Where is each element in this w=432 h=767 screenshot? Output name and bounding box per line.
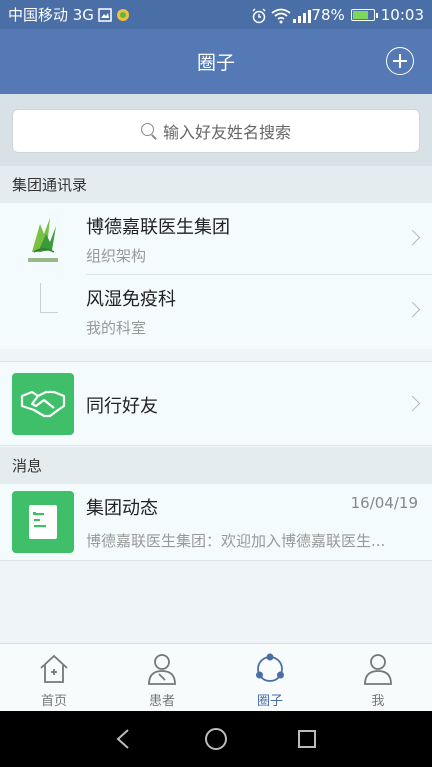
clock: 10:03 [380, 5, 424, 24]
wifi-icon [271, 8, 291, 23]
message-preview: 博德嘉联医生集团：欢迎加入博德嘉联医生... [86, 532, 386, 550]
list-item-subtitle: 组织架构 [86, 247, 147, 265]
tab-home[interactable]: 首页 [0, 644, 108, 711]
recent-apps-icon[interactable] [294, 726, 320, 752]
chevron-right-icon [404, 229, 421, 246]
circle-icon [256, 653, 284, 682]
tab-label: 患者 [148, 694, 175, 709]
news-icon [12, 491, 74, 553]
list-item-peers[interactable]: 同行好友 [0, 362, 432, 447]
list-item-group[interactable]: 博德嘉联医生集团 组织架构 [0, 203, 432, 275]
app-notification-icon [116, 8, 130, 22]
search-input[interactable]: 输入好友姓名搜索 [12, 109, 420, 153]
section-messages-label: 消息 [0, 447, 432, 484]
home-button-icon[interactable] [203, 726, 229, 752]
status-bar: 中国移动 3G 78% 10:03 [0, 0, 432, 29]
search-icon [140, 123, 157, 139]
me-icon [364, 654, 392, 685]
home-icon [40, 654, 68, 683]
list-item-title: 博德嘉联医生集团 [86, 217, 230, 238]
handshake-icon [12, 373, 74, 435]
alarm-icon [251, 8, 266, 23]
tab-me[interactable]: 我 [324, 644, 432, 711]
signal-icon [291, 8, 312, 23]
list-item-title: 同行好友 [86, 396, 158, 417]
directory-list: 博德嘉联医生集团 组织架构 风湿免疫科 我的科室 [0, 203, 432, 349]
list-item-department[interactable]: 风湿免疫科 我的科室 [0, 275, 432, 347]
tab-circle[interactable]: 圈子 [216, 644, 324, 711]
group-logo-icon [20, 212, 66, 268]
battery-icon [350, 8, 378, 21]
list-item-title: 风湿免疫科 [86, 289, 176, 310]
message-item[interactable]: 集团动态 16/04/19 博德嘉联医生集团：欢迎加入博德嘉联医生... [0, 484, 432, 561]
tab-label: 圈子 [256, 694, 283, 709]
patient-icon [148, 654, 176, 685]
section-directory-label: 集团通讯录 [0, 166, 432, 203]
messages-list: 集团动态 16/04/19 博德嘉联医生集团：欢迎加入博德嘉联医生... [0, 484, 432, 561]
message-date: 16/04/19 [350, 494, 418, 512]
message-title: 集团动态 [86, 498, 158, 519]
tab-patients[interactable]: 患者 [108, 644, 216, 711]
chevron-right-icon [404, 301, 421, 318]
app-header: 圈子 [0, 29, 432, 94]
page-title: 圈子 [196, 52, 235, 74]
add-icon[interactable] [386, 47, 414, 75]
peers-list: 同行好友 [0, 361, 432, 446]
image-icon [98, 7, 112, 22]
back-icon[interactable] [112, 726, 138, 752]
chevron-right-icon [404, 395, 421, 412]
list-item-subtitle: 我的科室 [86, 319, 147, 337]
system-nav-bar [0, 711, 432, 767]
tree-connector [40, 283, 58, 313]
search-placeholder: 输入好友姓名搜索 [162, 123, 291, 142]
battery-percent: 78% [311, 5, 345, 24]
bottom-tab-bar: 首页 患者 圈子 我 [0, 643, 432, 711]
tab-label: 我 [371, 694, 385, 709]
carrier-label: 中国移动 3G [8, 6, 94, 24]
search-area: 输入好友姓名搜索 [0, 94, 432, 166]
tab-label: 首页 [40, 694, 67, 709]
